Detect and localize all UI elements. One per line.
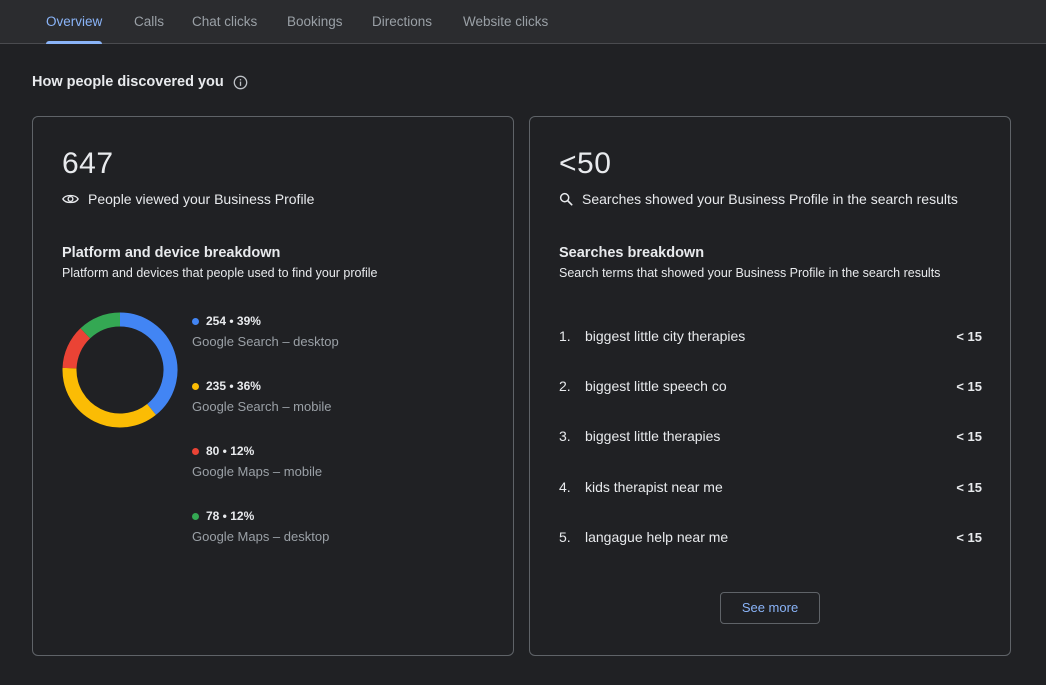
tab-label: Bookings	[287, 14, 343, 29]
legend-value: 78 • 12%	[206, 509, 255, 523]
tab-bookings[interactable]: Bookings	[287, 0, 343, 44]
row-rank: 4.	[559, 479, 571, 495]
info-icon[interactable]	[233, 75, 248, 90]
tab-directions[interactable]: Directions	[372, 0, 432, 44]
views-label: People viewed your Business Profile	[88, 191, 315, 207]
searches-breakdown-subtitle: Search terms that showed your Business P…	[559, 266, 941, 280]
row-count: < 15	[956, 529, 982, 545]
row-count: < 15	[956, 328, 982, 344]
row-count: < 15	[956, 378, 982, 394]
row-term: kids therapist near me	[585, 479, 723, 495]
platform-breakdown-subtitle: Platform and devices that people used to…	[62, 266, 378, 280]
tab-website-clicks[interactable]: Website clicks	[463, 0, 548, 44]
row-rank: 2.	[559, 378, 571, 394]
legend-dot	[192, 317, 199, 325]
search-term-row: 4. kids therapist near me < 15	[559, 477, 982, 497]
legend-label: Google Maps – desktop	[192, 529, 330, 544]
donut-slice-google-search-desktop	[119, 312, 178, 415]
legend-value: 254 • 39%	[206, 314, 261, 328]
row-rank: 1.	[559, 328, 571, 344]
tab-label: Directions	[372, 14, 433, 29]
row-term: biggest little speech co	[585, 378, 727, 394]
search-term-row: 2. biggest little speech co < 15	[559, 376, 982, 396]
legend-item-maps-mobile: 80 • 12% Google Maps – mobile	[192, 443, 322, 479]
views-label-row: People viewed your Business Profile	[62, 191, 314, 207]
views-count: 647	[62, 147, 114, 180]
legend-item-search-mobile: 235 • 36% Google Search – mobile	[192, 378, 331, 414]
legend-dot	[192, 382, 199, 390]
searches-count: <50	[559, 147, 612, 180]
legend-label: Google Search – desktop	[192, 334, 339, 349]
tab-bar: Overview Calls Chat clicks Bookings Dire…	[0, 0, 1046, 44]
row-rank: 3.	[559, 428, 571, 444]
platform-donut-chart	[62, 312, 178, 428]
search-icon	[559, 192, 573, 206]
search-term-row: 5. langague help near me < 15	[559, 527, 982, 547]
row-rank: 5.	[559, 529, 571, 545]
tab-chat-clicks[interactable]: Chat clicks	[192, 0, 257, 44]
legend-item-search-desktop: 254 • 39% Google Search – desktop	[192, 313, 339, 349]
tab-label: Chat clicks	[192, 14, 258, 29]
legend-value: 235 • 36%	[206, 379, 261, 393]
tab-label: Overview	[46, 14, 103, 29]
row-count: < 15	[956, 479, 982, 495]
tab-calls[interactable]: Calls	[134, 0, 164, 44]
tab-label: Website clicks	[463, 14, 549, 29]
row-term: langague help near me	[585, 529, 729, 545]
donut-slice-google-maps-desktop	[80, 312, 121, 339]
views-card: 647 People viewed your Business Profile …	[32, 116, 514, 656]
donut-slice-google-maps-mobile	[62, 328, 91, 369]
legend-label: Google Search – mobile	[192, 399, 332, 414]
search-term-row: 1. biggest little city therapies < 15	[559, 326, 982, 346]
platform-breakdown-title: Platform and device breakdown	[62, 245, 281, 261]
active-tab-indicator	[46, 41, 103, 44]
search-term-row: 3. biggest little therapies < 15	[559, 426, 982, 446]
searches-label-row: Searches showed your Business Profile in…	[559, 191, 958, 207]
legend-dot	[192, 447, 199, 455]
row-term: biggest little therapies	[585, 428, 721, 444]
row-count: < 15	[956, 428, 982, 444]
legend-value: 80 • 12%	[206, 444, 255, 458]
searches-label: Searches showed your Business Profile in…	[582, 191, 958, 207]
section-title: How people discovered you	[32, 74, 224, 90]
tab-overview[interactable]: Overview	[46, 0, 103, 44]
donut-slice-google-search-mobile	[62, 367, 156, 428]
legend-label: Google Maps – mobile	[192, 464, 323, 479]
searches-card: <50 Searches showed your Business Profil…	[529, 116, 1011, 656]
legend-item-maps-desktop: 78 • 12% Google Maps – desktop	[192, 508, 329, 544]
see-more-button[interactable]: See more	[720, 592, 820, 624]
eye-icon	[62, 194, 79, 204]
searches-breakdown-title: Searches breakdown	[559, 245, 705, 261]
tab-label: Calls	[134, 14, 165, 29]
row-term: biggest little city therapies	[585, 328, 746, 344]
section-header: How people discovered you	[32, 74, 248, 90]
legend-dot	[192, 512, 199, 520]
